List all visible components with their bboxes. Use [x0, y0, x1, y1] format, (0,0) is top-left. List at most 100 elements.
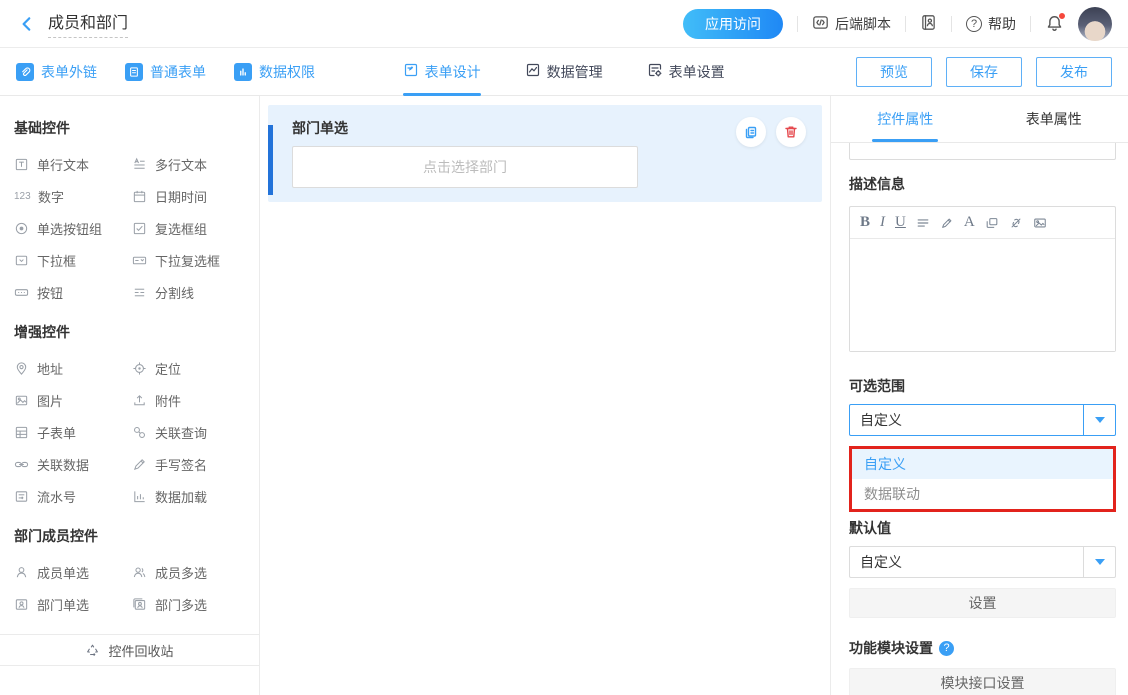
text-icon [14, 157, 29, 172]
widget-datetime[interactable]: 日期时间 [132, 180, 250, 212]
widget-multi-select[interactable]: 下拉复选框 [132, 244, 250, 276]
option-data-linkage[interactable]: 数据联动 [852, 479, 1113, 509]
widget-member-single[interactable]: 成员单选 [14, 556, 132, 588]
calendar-icon [132, 189, 147, 204]
option-custom[interactable]: 自定义 [852, 449, 1113, 479]
textarea-icon [132, 157, 147, 172]
widget-button[interactable]: 按钮 [14, 276, 132, 308]
widget-subform[interactable]: 子表单 [14, 416, 132, 448]
selected-indicator-bar [268, 125, 273, 195]
duplicate-icon[interactable] [985, 216, 999, 230]
form-mode-tabs: 表单设计 数据管理 表单设置 [403, 48, 725, 96]
normal-form-item[interactable]: 普通表单 [125, 62, 206, 82]
caret-zone[interactable] [1083, 405, 1115, 435]
widget-attachment[interactable]: 附件 [132, 384, 250, 416]
pencil-icon[interactable] [940, 216, 954, 230]
widget-linked-query[interactable]: 关联查询 [132, 416, 250, 448]
widget-multi-line-text[interactable]: 多行文本 [132, 148, 250, 180]
widget-divider[interactable]: 分割线 [132, 276, 250, 308]
image-icon [14, 393, 29, 408]
widget-radio-group[interactable]: 单选按钮组 [14, 212, 132, 244]
contacts-button[interactable] [920, 14, 937, 34]
avatar[interactable] [1078, 7, 1112, 41]
default-value-select[interactable]: 自定义 [849, 546, 1116, 578]
bold-icon[interactable]: B [860, 214, 870, 231]
widget-signature[interactable]: 手写签名 [132, 448, 250, 480]
page-title[interactable]: 成员和部门 [48, 9, 128, 38]
underline-icon[interactable]: U [895, 214, 906, 231]
field-label: 部门单选 [292, 118, 806, 138]
subform-icon [14, 425, 29, 440]
form-external-link-label: 表单外链 [41, 62, 97, 82]
divider-icon [132, 285, 147, 300]
optional-range-select[interactable]: 自定义 [849, 404, 1116, 436]
description-editor[interactable]: B I U A [849, 206, 1116, 352]
rich-text-toolbar: B I U A [850, 207, 1115, 239]
description-textarea[interactable] [850, 239, 1115, 351]
module-settings-label: 功能模块设置 [849, 638, 933, 658]
widget-single-line-text[interactable]: 单行文本 [14, 148, 132, 180]
form-design-icon [403, 62, 419, 81]
settings-button[interactable]: 设置 [849, 588, 1116, 618]
radio-icon [14, 221, 29, 236]
caret-zone[interactable] [1083, 547, 1115, 577]
widget-select[interactable]: 下拉框 [14, 244, 132, 276]
save-button[interactable]: 保存 [946, 57, 1022, 87]
widget-dept-single[interactable]: 部门单选 [14, 588, 132, 620]
image-insert-icon[interactable] [1033, 216, 1047, 230]
title-input-partial[interactable] [849, 143, 1116, 160]
form-external-link-item[interactable]: 表单外链 [16, 62, 97, 82]
default-value-value: 自定义 [850, 547, 1083, 577]
tab-form-design[interactable]: 表单设计 [403, 48, 481, 96]
widget-linked-data[interactable]: 关联数据 [14, 448, 132, 480]
unlink-icon[interactable] [1009, 216, 1023, 230]
module-help-icon[interactable]: ? [939, 641, 954, 656]
tab-widget-properties[interactable]: 控件属性 [831, 96, 980, 142]
widget-address[interactable]: 地址 [14, 352, 132, 384]
tab-data-manage-label: 数据管理 [547, 62, 603, 82]
widget-recycle-bin[interactable]: 控件回收站 [0, 634, 259, 666]
widget-image[interactable]: 图片 [14, 384, 132, 416]
copy-icon [743, 124, 759, 140]
module-api-settings-button[interactable]: 模块接口设置 [849, 668, 1116, 695]
person-icon [14, 565, 29, 580]
italic-icon[interactable]: I [880, 214, 885, 231]
back-icon[interactable] [16, 13, 38, 35]
widget-number[interactable]: 123 数字 [14, 180, 132, 212]
form-canvas[interactable]: 部门单选 点击选择部门 [260, 96, 830, 695]
font-icon[interactable]: A [964, 214, 975, 231]
backend-script-label: 后端脚本 [835, 14, 891, 34]
delete-field-button[interactable] [776, 117, 806, 147]
widget-data-load[interactable]: 数据加载 [132, 480, 250, 512]
align-icon[interactable] [916, 216, 930, 230]
help-button[interactable]: ? 帮助 [966, 14, 1016, 34]
preview-button[interactable]: 预览 [856, 57, 932, 87]
tab-data-manage[interactable]: 数据管理 [525, 48, 603, 96]
data-manage-icon [525, 62, 541, 81]
divider [951, 16, 952, 32]
optional-range-label: 可选范围 [849, 376, 1116, 396]
widget-dept-multi[interactable]: 部门多选 [132, 588, 250, 620]
paperclip-icon [16, 63, 34, 81]
widget-member-multi[interactable]: 成员多选 [132, 556, 250, 588]
widget-serial-number[interactable]: 流水号 [14, 480, 132, 512]
publish-button[interactable]: 发布 [1036, 57, 1112, 87]
app-access-button[interactable]: 应用访问 [683, 9, 783, 39]
tab-form-properties[interactable]: 表单属性 [980, 96, 1128, 142]
chevron-down-icon [1095, 559, 1105, 565]
dept-picker-input[interactable]: 点击选择部门 [292, 146, 638, 188]
widget-location[interactable]: 定位 [132, 352, 250, 384]
code-icon [812, 14, 829, 34]
data-permission-item[interactable]: 数据权限 [234, 62, 315, 82]
notification-bell-icon[interactable] [1045, 14, 1064, 33]
form-settings-icon [647, 62, 663, 81]
backend-script-button[interactable]: 后端脚本 [812, 14, 891, 34]
property-panel: 控件属性 表单属性 描述信息 B I U A [830, 96, 1128, 695]
widget-checkbox-group[interactable]: 复选框组 [132, 212, 250, 244]
bar-chart-icon [234, 63, 252, 81]
normal-form-label: 普通表单 [150, 62, 206, 82]
copy-field-button[interactable] [736, 117, 766, 147]
tab-form-settings[interactable]: 表单设置 [647, 48, 725, 96]
selected-field-card[interactable]: 部门单选 点击选择部门 [268, 105, 822, 202]
recycle-icon [85, 643, 100, 658]
